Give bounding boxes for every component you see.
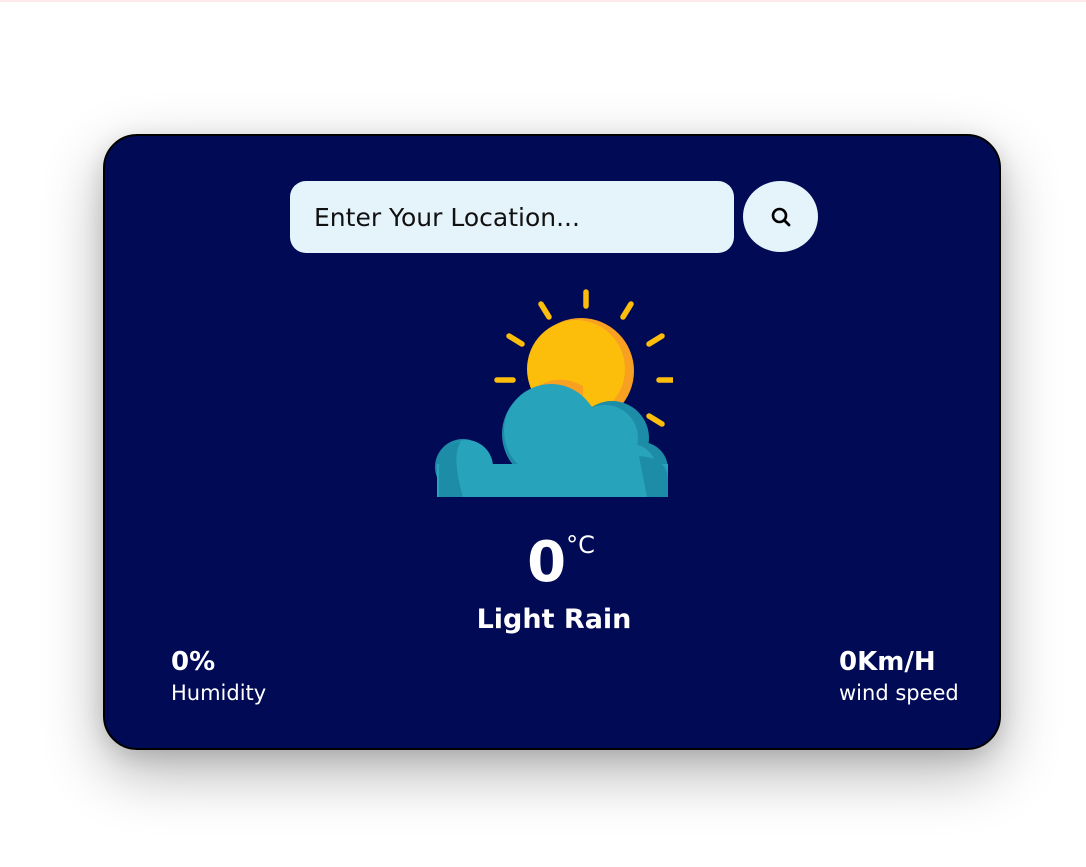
temperature-value: 0	[527, 530, 567, 595]
partly-cloudy-sun-icon	[435, 289, 673, 497]
search-button[interactable]	[743, 181, 818, 252]
wind-speed-value: 0Km/H	[839, 647, 936, 677]
weather-condition: Light Rain	[476, 604, 632, 635]
location-search-input[interactable]	[290, 181, 734, 253]
temperature-display: 0°C	[105, 531, 1003, 595]
wind-speed-label: wind speed	[839, 681, 959, 705]
search-icon	[771, 207, 790, 226]
top-border-line	[0, 0, 1086, 2]
humidity-label: Humidity	[171, 681, 267, 705]
humidity-value: 0%	[171, 647, 216, 677]
temperature-unit: °C	[566, 531, 595, 559]
humidity-stat: 0% Humidity	[171, 646, 266, 708]
cloud	[435, 384, 669, 497]
wind-speed-stat: 0Km/H wind speed	[839, 646, 959, 708]
weather-card: 0°C Light Rain 0% Humidity 0Km/H wind sp…	[103, 134, 1001, 750]
